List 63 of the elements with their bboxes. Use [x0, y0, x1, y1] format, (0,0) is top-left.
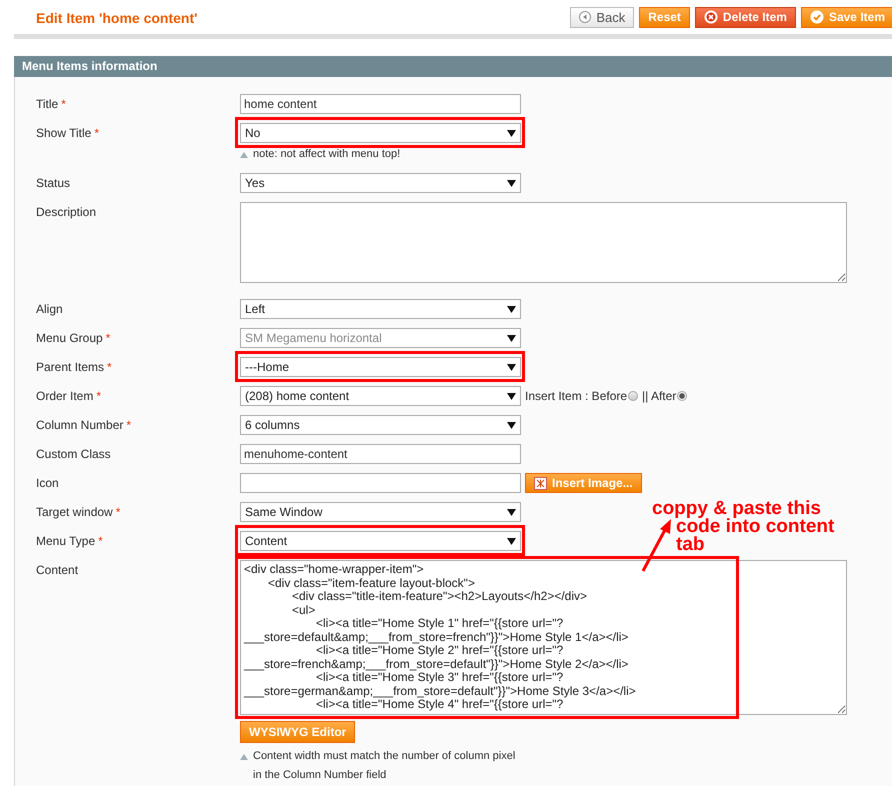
dropdown[interactable]: Same Window	[240, 502, 521, 522]
radio-button[interactable]	[677, 391, 688, 401]
required-mark: *	[106, 331, 110, 345]
input-field[interactable]: menuhome-content	[240, 444, 521, 464]
dropdown[interactable]: Content	[240, 531, 521, 551]
dropdown-arrow-icon	[507, 508, 516, 516]
annotation-text: coppy & paste this	[652, 500, 822, 518]
field-label: Menu Group	[36, 331, 103, 345]
field-label: Order Item	[36, 389, 94, 403]
field-label: Description	[36, 205, 96, 219]
field-label: Icon	[36, 476, 59, 490]
check-icon	[810, 10, 824, 24]
field-label: Align	[36, 302, 63, 316]
dropdown-arrow-icon	[507, 334, 516, 342]
section-header: Menu Items information	[14, 56, 892, 77]
dropdown-arrow-icon	[507, 538, 516, 544]
note-text: note: not affect with menu top!	[253, 147, 400, 162]
radio-button[interactable]	[628, 391, 638, 401]
page-title: Edit Item 'home content'	[36, 9, 198, 26]
dropdown-arrow-icon	[507, 422, 516, 428]
radio-label: || After	[642, 389, 676, 403]
dropdown[interactable]: ---Home	[240, 357, 521, 377]
field-label: Status	[36, 176, 70, 190]
dropdown[interactable]: Left	[240, 299, 521, 319]
annotation-text: tab	[676, 536, 706, 554]
dropdown-arrow-icon	[507, 364, 516, 370]
required-mark: *	[98, 534, 103, 548]
required-mark: *	[94, 126, 100, 140]
input-field[interactable]	[240, 473, 521, 493]
field-label: Column Number	[36, 418, 124, 432]
dropdown-arrow-icon	[507, 392, 516, 400]
field-label: Parent Items	[36, 360, 104, 374]
note-text: in the Column Number field	[253, 768, 386, 783]
radio-label: Insert Item : Before	[525, 389, 628, 403]
required-mark: *	[61, 97, 66, 111]
field-label: Content	[36, 563, 78, 577]
field-label: Show Title	[36, 126, 92, 140]
dropdown-arrow-icon	[507, 180, 516, 186]
dropdown-arrow-icon	[507, 130, 516, 136]
required-mark: *	[96, 389, 102, 403]
text-area[interactable]	[240, 202, 847, 283]
required-mark: *	[126, 418, 132, 432]
required-mark: *	[107, 360, 112, 374]
note-icon	[240, 754, 248, 760]
close-icon	[704, 10, 718, 24]
note-text: Content width must match the number of column pixel	[253, 749, 516, 764]
input-field[interactable]: home content	[240, 94, 521, 114]
annotation-arrow	[640, 516, 674, 574]
dropdown-arrow-icon	[507, 306, 516, 312]
dropdown[interactable]: No	[240, 123, 521, 143]
note-icon	[240, 152, 248, 158]
code-editor[interactable]: <div class="home-wrapper-item"> <div class="item-feature layout-block"> <div class="title-item-feature"><h2>Layouts</h2></div> <ul> <li><a title="Home Style 1" href="{{store url="?___store=default&amp;___from_store=french"}}">Home Style 1</a></li> <li><a title="Home Style 2" href="{{store url="?___store=french&amp;___from_store=default"}}">Home Style 2</a></li> <li><a title="Home Style 3" href="{{store url="?___store=german&amp;___from_store=default"}}">Home Style 3</a></li> <li><a title="Home Style 4" href="{{store url="?	[240, 560, 847, 715]
required-mark: *	[116, 505, 120, 519]
dropdown[interactable]: 6 columns	[240, 415, 521, 435]
field-label: Menu Type	[36, 534, 96, 548]
dropdown[interactable]: Yes	[240, 173, 521, 193]
dropdown[interactable]: (208) home content	[240, 386, 521, 406]
field-label: Title	[36, 97, 58, 111]
field-label: Custom Class	[36, 447, 111, 461]
annotation-text: code into content	[676, 518, 834, 536]
back-icon	[579, 11, 592, 23]
field-label: Target window	[36, 505, 113, 519]
back-button[interactable]: Back	[570, 6, 634, 28]
